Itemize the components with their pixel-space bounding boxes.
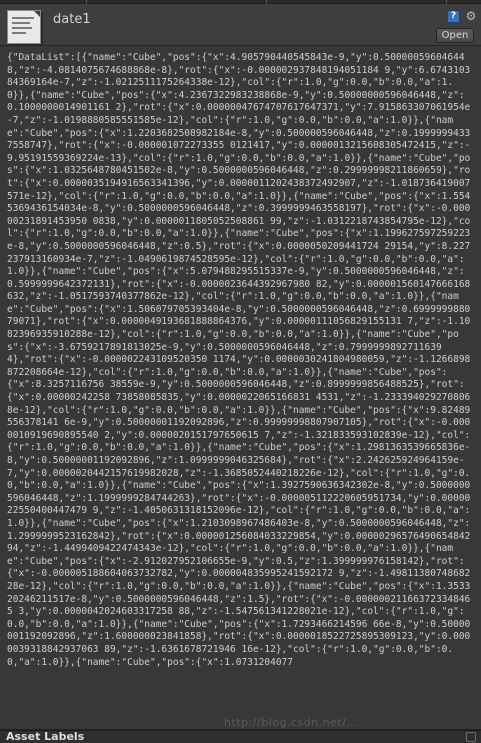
asset-labels-bar: Asset Labels xyxy=(0,730,481,743)
thumbnail-text-line xyxy=(12,27,32,29)
label-icon[interactable] xyxy=(466,732,476,742)
text-asset-thumbnail xyxy=(7,10,41,44)
asset-title: date1 xyxy=(53,12,91,27)
thumbnail-text-line xyxy=(12,32,26,34)
text-asset-preview[interactable]: {"DataList":[{"name":"Cube","pos":{"x":4… xyxy=(0,47,481,730)
asset-labels-title: Asset Labels xyxy=(6,730,85,743)
thumbnail-text-line xyxy=(12,22,30,24)
asset-header: date1 ? ⚙ Open xyxy=(0,4,481,46)
json-content-text: {"DataList":[{"name":"Cube","pos":{"x":4… xyxy=(7,52,477,668)
gear-icon[interactable]: ⚙ xyxy=(465,9,477,23)
open-button[interactable]: Open xyxy=(436,28,474,43)
watermark-text: http://blog.csdn.net/... xyxy=(224,716,359,729)
thumbnail-text-line xyxy=(12,17,34,19)
help-icon[interactable]: ? xyxy=(447,10,460,23)
page-fold-corner xyxy=(33,11,40,18)
